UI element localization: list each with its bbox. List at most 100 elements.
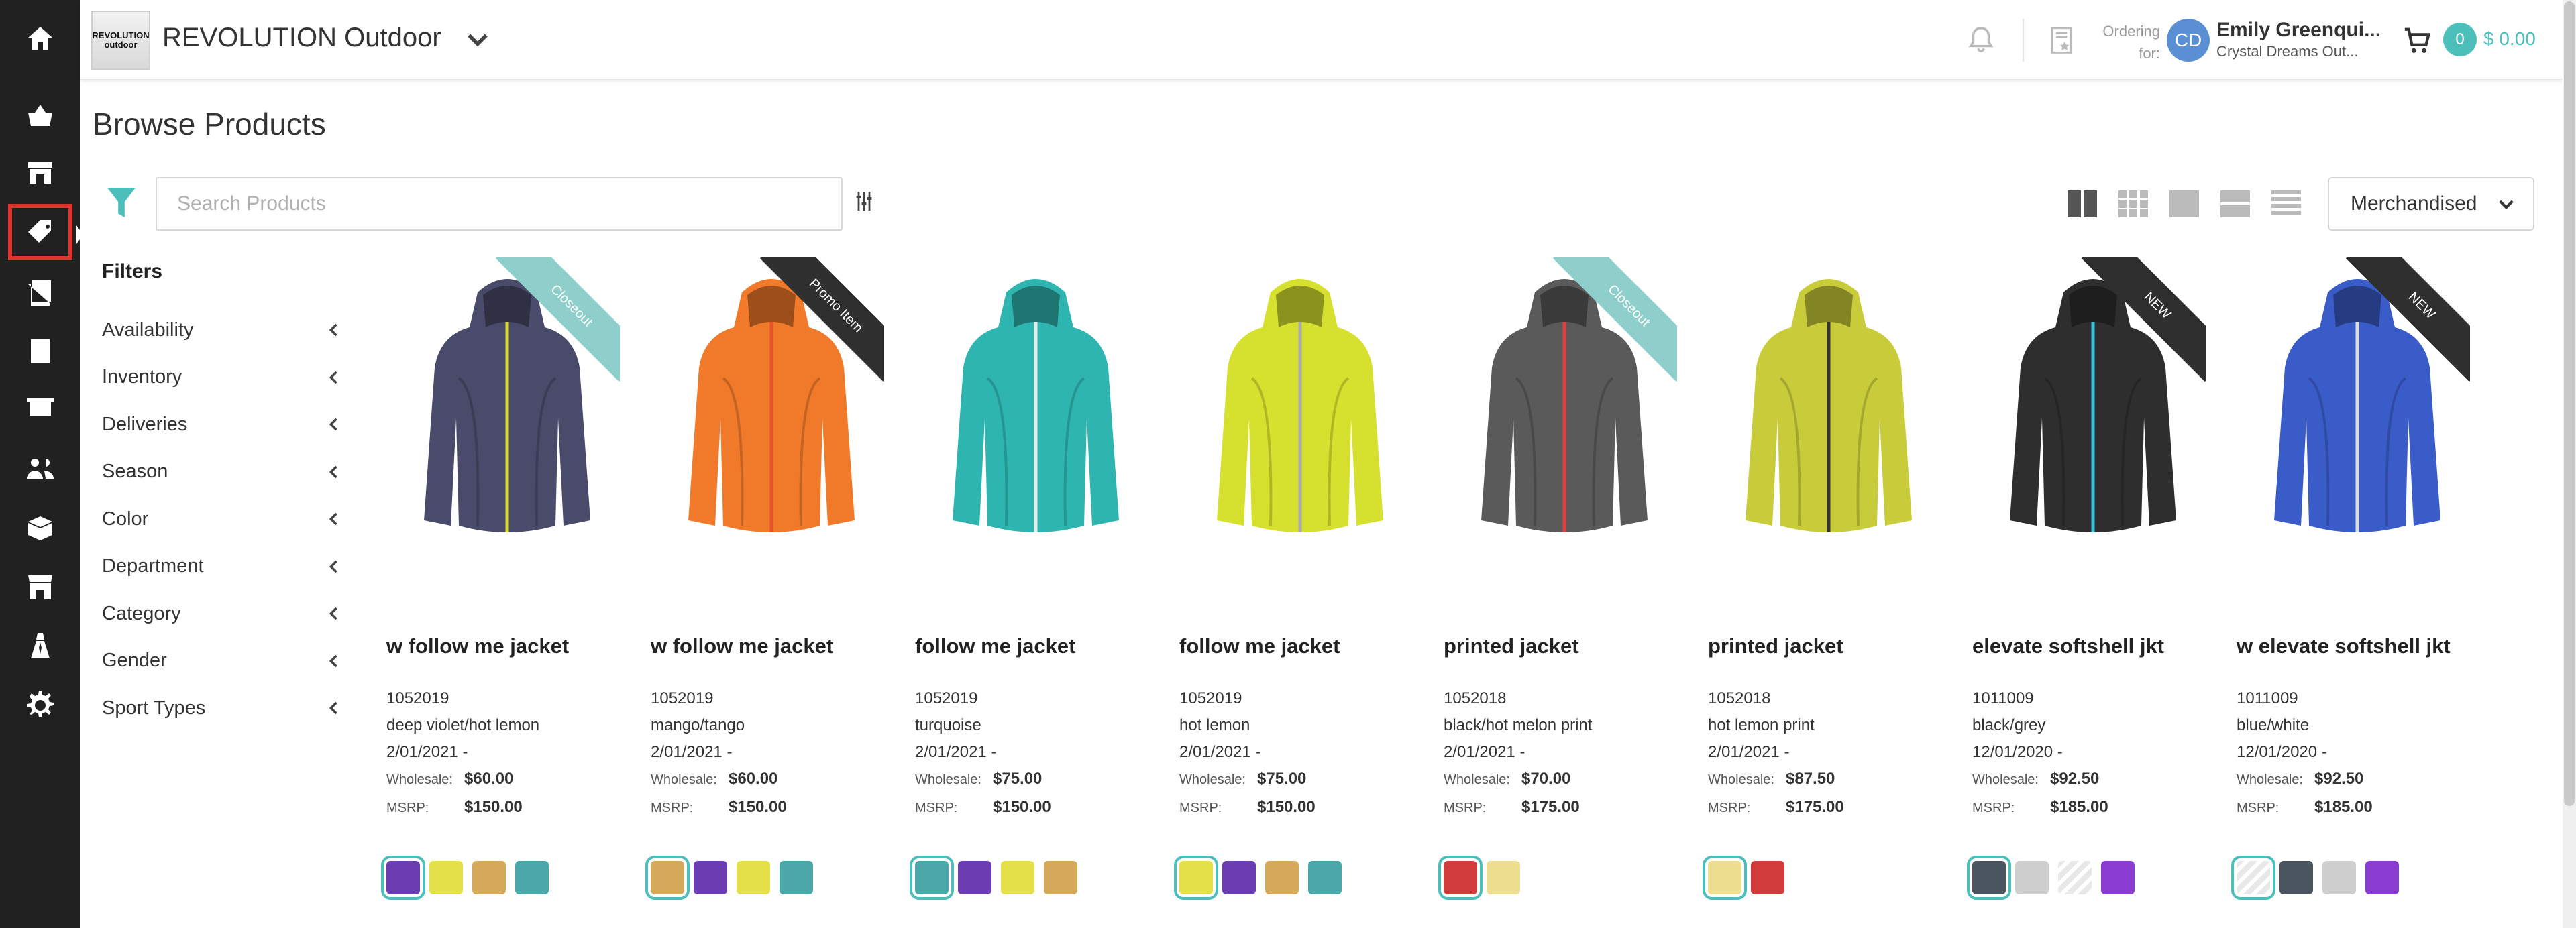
filter-icon[interactable] bbox=[106, 185, 137, 221]
for-label: for: bbox=[2139, 45, 2160, 62]
product-card[interactable]: follow me jacket 1052019 hot lemon 2/01/202… bbox=[1174, 257, 1444, 928]
color-swatch[interactable] bbox=[1308, 861, 1342, 894]
product-ribbon: NEW bbox=[2336, 257, 2470, 392]
color-swatch[interactable] bbox=[1703, 856, 1747, 900]
product-card[interactable]: printed jacket 1052018 hot lemon print 2/01… bbox=[1703, 257, 1972, 928]
nav-item-storefront[interactable] bbox=[0, 558, 80, 617]
view-rows-icon[interactable] bbox=[2219, 189, 2251, 219]
product-name[interactable]: w elevate softshell jkt bbox=[2237, 634, 2451, 658]
color-swatch[interactable] bbox=[472, 861, 506, 894]
color-swatch[interactable] bbox=[381, 856, 425, 900]
nav-item-settings[interactable] bbox=[0, 676, 80, 735]
filter-gender[interactable]: Gender bbox=[102, 641, 343, 681]
color-swatch[interactable] bbox=[2101, 861, 2135, 894]
color-swatch[interactable] bbox=[958, 861, 991, 894]
color-swatch[interactable] bbox=[1438, 856, 1483, 900]
cart-total[interactable]: $ 0.00 bbox=[2483, 28, 2536, 50]
color-swatch[interactable] bbox=[1222, 861, 1256, 894]
product-name[interactable]: follow me jacket bbox=[915, 634, 1075, 658]
color-swatch[interactable] bbox=[1044, 861, 1077, 894]
filter-category[interactable]: Category bbox=[102, 593, 343, 634]
color-swatch[interactable] bbox=[2231, 856, 2275, 900]
nav-item-presentation[interactable] bbox=[0, 381, 80, 440]
view-single-icon[interactable] bbox=[2168, 189, 2200, 219]
chevron-left-icon bbox=[329, 418, 337, 431]
filter-deliveries[interactable]: Deliveries bbox=[102, 404, 343, 445]
product-card[interactable]: Closeout printed jacket 1052018 black/hot m… bbox=[1438, 257, 1708, 928]
sliders-icon[interactable] bbox=[855, 190, 873, 212]
color-swatch[interactable] bbox=[1265, 861, 1299, 894]
product-name[interactable]: printed jacket bbox=[1444, 634, 1579, 658]
filter-color[interactable]: Color bbox=[102, 499, 343, 539]
filter-availability[interactable]: Availability bbox=[102, 310, 343, 350]
nav-item-basket[interactable] bbox=[0, 86, 80, 145]
product-ribbon: Promo Item bbox=[750, 257, 884, 392]
filter-label: Gender bbox=[102, 650, 167, 671]
nav-item-orders[interactable] bbox=[0, 322, 80, 381]
product-name[interactable]: follow me jacket bbox=[1179, 634, 1340, 658]
product-style-number: 1052019 bbox=[1179, 689, 1242, 707]
color-swatch[interactable] bbox=[1751, 861, 1784, 894]
color-swatch[interactable] bbox=[2365, 861, 2399, 894]
bell-icon[interactable] bbox=[1966, 24, 1996, 55]
filter-inventory[interactable]: Inventory bbox=[102, 357, 343, 398]
product-name[interactable]: elevate softshell jkt bbox=[1972, 634, 2164, 658]
product-card[interactable]: Promo Item w follow me jacket 1052019 mango… bbox=[645, 257, 915, 928]
avatar[interactable]: CD bbox=[2167, 19, 2210, 62]
view-list-icon[interactable] bbox=[2270, 189, 2302, 219]
filter-sport-types[interactable]: Sport Types bbox=[102, 688, 343, 728]
filter-label: Sport Types bbox=[102, 697, 206, 719]
scrollbar[interactable] bbox=[2563, 0, 2576, 928]
product-card[interactable]: NEW w elevate softshell jkt 1011009 blue/wh… bbox=[2231, 257, 2501, 928]
wholesale-price: $75.00 bbox=[993, 770, 1042, 788]
nav-item-tag[interactable] bbox=[8, 204, 83, 260]
filter-department[interactable]: Department bbox=[102, 546, 343, 587]
color-swatch[interactable] bbox=[429, 861, 463, 894]
view-small-grid-icon[interactable] bbox=[2117, 189, 2149, 219]
product-image[interactable] bbox=[942, 257, 1130, 579]
color-swatch[interactable] bbox=[2322, 861, 2356, 894]
product-card[interactable]: follow me jacket 1052019 turquoise 2/01/202… bbox=[910, 257, 1179, 928]
product-delivery-date: 12/01/2020 - bbox=[2237, 743, 2327, 761]
chevron-down-icon[interactable] bbox=[463, 24, 492, 54]
product-name[interactable]: w follow me jacket bbox=[651, 634, 833, 658]
color-swatch[interactable] bbox=[515, 861, 549, 894]
color-swatch[interactable] bbox=[1967, 856, 2011, 900]
product-image[interactable] bbox=[1735, 257, 1923, 579]
color-swatch[interactable] bbox=[737, 861, 770, 894]
scrollbar-thumb[interactable] bbox=[2564, 1, 2575, 806]
user-name[interactable]: Emily Greenqui... bbox=[2216, 19, 2381, 42]
nav-item-sales-rep[interactable] bbox=[0, 617, 80, 676]
brand-name[interactable]: REVOLUTION Outdoor bbox=[162, 23, 441, 53]
product-card[interactable]: Closeout w follow me jacket 1052019 deep vi… bbox=[381, 257, 651, 928]
color-swatch[interactable] bbox=[645, 856, 690, 900]
cart-count-badge[interactable]: 0 bbox=[2443, 23, 2477, 56]
catalog-star-icon[interactable] bbox=[2047, 24, 2077, 56]
color-swatch[interactable] bbox=[1001, 861, 1034, 894]
product-style-number: 1052018 bbox=[1708, 689, 1771, 707]
nav-item-home[interactable] bbox=[0, 9, 80, 68]
product-card[interactable]: NEW elevate softshell jkt 1011009 black/gre… bbox=[1967, 257, 2237, 928]
cart-icon[interactable] bbox=[2400, 25, 2435, 56]
color-swatch[interactable] bbox=[2279, 861, 2313, 894]
color-swatch[interactable] bbox=[910, 856, 954, 900]
view-large-grid-icon[interactable] bbox=[2066, 189, 2098, 219]
product-image[interactable] bbox=[1206, 257, 1394, 579]
search-input[interactable] bbox=[156, 177, 843, 231]
nav-item-catalog[interactable] bbox=[0, 263, 80, 322]
nav-item-customers[interactable] bbox=[0, 440, 80, 499]
nav-item-store[interactable] bbox=[0, 143, 80, 202]
filter-season[interactable]: Season bbox=[102, 452, 343, 492]
color-swatch[interactable] bbox=[1487, 861, 1520, 894]
color-swatch[interactable] bbox=[2058, 861, 2092, 894]
color-swatch[interactable] bbox=[694, 861, 727, 894]
msrp-label: MSRP: bbox=[915, 801, 958, 815]
sort-select[interactable]: Merchandised bbox=[2328, 177, 2534, 231]
brand-logo[interactable]: REVOLUTION outdoor bbox=[91, 11, 150, 70]
color-swatch[interactable] bbox=[1174, 856, 1218, 900]
color-swatch[interactable] bbox=[780, 861, 813, 894]
color-swatch[interactable] bbox=[2015, 861, 2049, 894]
product-name[interactable]: w follow me jacket bbox=[386, 634, 569, 658]
product-name[interactable]: printed jacket bbox=[1708, 634, 1843, 658]
nav-item-products[interactable] bbox=[0, 499, 80, 558]
